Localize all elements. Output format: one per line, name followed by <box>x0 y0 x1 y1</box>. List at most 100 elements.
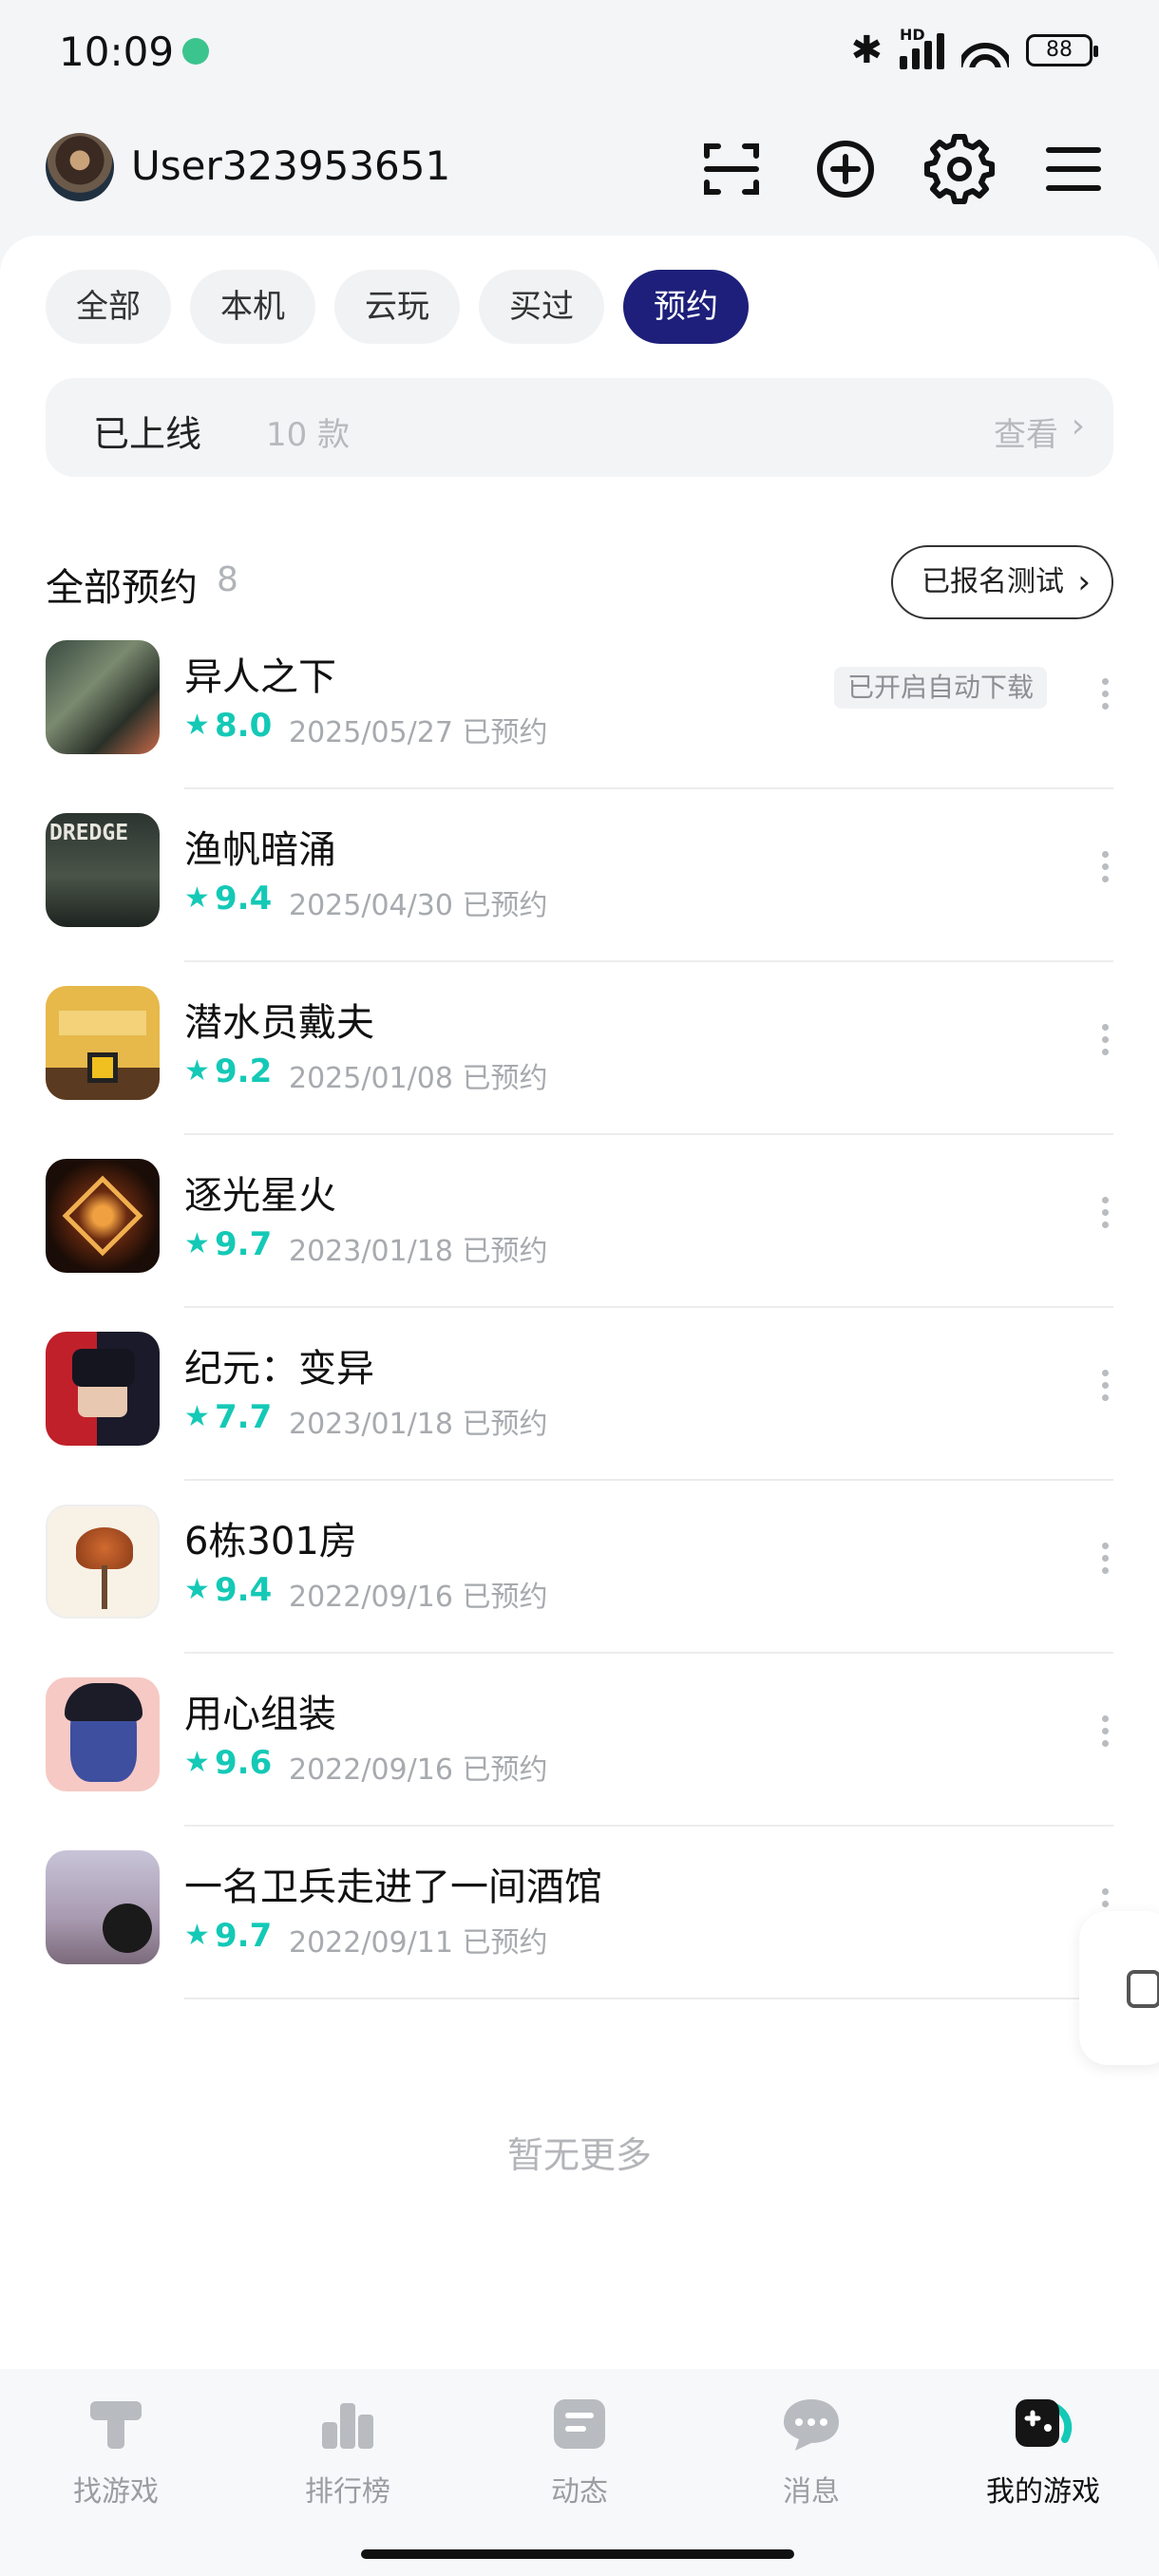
divider <box>184 1133 1113 1135</box>
list-item[interactable]: 纪元：变异 ★ 7.7 2023/01/18 已预约 <box>0 1332 1159 1505</box>
more-options-icon[interactable] <box>1091 1197 1119 1235</box>
filter-tab-purchased[interactable]: 买过 <box>479 270 604 344</box>
reserve-date: 2022/09/11 已预约 <box>289 1926 548 1960</box>
nav-feed[interactable]: 动态 <box>484 2396 674 2510</box>
bottom-navigation: 找游戏 排行榜 动态 消息 我的游戏 <box>0 2369 1159 2576</box>
reserve-date: 2023/01/18 已预约 <box>289 1235 548 1268</box>
game-icon-room-301[interactable] <box>46 1505 160 1619</box>
filter-tab-reserved[interactable]: 预约 <box>623 270 749 344</box>
avatar[interactable] <box>46 133 114 201</box>
reserve-date: 2022/09/16 已预约 <box>289 1581 548 1614</box>
more-options-icon[interactable] <box>1091 1024 1119 1062</box>
username[interactable]: User323953651 <box>131 142 450 189</box>
globe-icon <box>182 38 209 65</box>
home-indicator[interactable] <box>361 2549 794 2559</box>
signal-icon: HD <box>900 26 944 69</box>
nav-find-games[interactable]: 找游戏 <box>21 2396 211 2510</box>
more-options-icon[interactable] <box>1091 678 1119 716</box>
list-item[interactable]: 潜水员戴夫 ★ 9.2 2025/01/08 已预约 <box>0 986 1159 1159</box>
nav-messages[interactable]: 消息 <box>716 2396 906 2510</box>
game-score: 9.6 <box>215 1744 273 1782</box>
nav-label: 消息 <box>783 2475 840 2509</box>
wifi-icon <box>961 33 1009 67</box>
list-item[interactable]: 6栋301房 ★ 9.4 2022/09/16 已预约 <box>0 1505 1159 1677</box>
nav-my-games[interactable]: 我的游戏 <box>948 2396 1138 2510</box>
section-count: 8 <box>217 560 238 599</box>
reserve-date: 2022/09/16 已预约 <box>289 1753 548 1787</box>
list-item[interactable]: 一名卫兵走进了一间酒馆 ★ 9.7 2022/09/11 已预约 <box>0 1850 1159 2023</box>
game-name[interactable]: 潜水员戴夫 <box>184 992 374 1047</box>
divider <box>184 960 1113 962</box>
reserve-date: 2025/01/08 已预约 <box>289 1062 548 1095</box>
filter-tab-all[interactable]: 全部 <box>46 270 171 344</box>
game-icon-jiyuan-bianyi[interactable] <box>46 1332 160 1446</box>
game-icon-guard-tavern[interactable] <box>46 1850 160 1964</box>
registered-test-label: 已报名测试 <box>922 565 1064 598</box>
section-title: 全部预约 <box>46 566 198 610</box>
auto-download-badge: 已开启自动下载 <box>834 667 1048 709</box>
online-view-link[interactable]: 查看 <box>994 408 1058 455</box>
reserved-games-list: 异人之下 ★ 8.0 2025/05/27 已预约 已开启自动下载 DREDGE… <box>0 640 1159 2023</box>
star-icon: ★ <box>184 1919 210 1952</box>
filter-tab-local[interactable]: 本机 <box>190 270 315 344</box>
add-icon[interactable] <box>809 133 882 205</box>
game-icon-yongxin-zuzhuang[interactable] <box>46 1677 160 1791</box>
game-name[interactable]: 一名卫兵走进了一间酒馆 <box>184 1856 602 1911</box>
signal-hd-label: HD <box>900 26 925 44</box>
online-banner[interactable]: 已上线 10 款 查看 › <box>46 378 1113 477</box>
star-icon: ★ <box>184 1573 210 1606</box>
game-name[interactable]: 6栋301房 <box>184 1510 357 1565</box>
registered-test-button[interactable]: 已报名测试 › <box>891 545 1113 619</box>
game-score: 7.7 <box>215 1398 273 1436</box>
my-games-icon <box>1012 2396 1074 2453</box>
reserve-date: 2023/01/18 已预约 <box>289 1408 548 1441</box>
divider <box>184 1998 1113 1999</box>
floating-download-button[interactable] <box>1079 1911 1159 2065</box>
divider <box>184 787 1113 789</box>
more-options-icon[interactable] <box>1091 1370 1119 1408</box>
download-icon <box>1127 1970 1159 2008</box>
reserve-date: 2025/04/30 已预约 <box>289 889 548 922</box>
online-count: 10 款 <box>266 416 351 454</box>
game-icon-zhuguangxinghuo[interactable] <box>46 1159 160 1273</box>
leaderboard-icon <box>316 2396 379 2453</box>
game-name[interactable]: 逐光星火 <box>184 1165 336 1220</box>
game-icon-dredge[interactable]: DREDGE <box>46 813 160 927</box>
star-icon: ★ <box>184 1054 210 1088</box>
nav-label: 我的游戏 <box>986 2475 1100 2509</box>
game-name[interactable]: 纪元：变异 <box>184 1337 374 1392</box>
more-options-icon[interactable] <box>1091 1715 1119 1753</box>
settings-icon[interactable] <box>923 133 996 205</box>
menu-icon[interactable] <box>1037 133 1110 205</box>
game-icon-text: DREDGE <box>49 821 129 845</box>
filter-tab-cloud[interactable]: 云玩 <box>334 270 460 344</box>
feed-icon <box>548 2396 611 2453</box>
list-item[interactable]: DREDGE 渔帆暗涌 ★ 9.4 2025/04/30 已预约 <box>0 813 1159 986</box>
battery-icon: 88 <box>1026 34 1098 66</box>
game-name[interactable]: 异人之下 <box>184 646 336 701</box>
more-options-icon[interactable] <box>1091 851 1119 889</box>
game-icon-dave-the-diver[interactable] <box>46 986 160 1100</box>
star-icon: ★ <box>184 709 210 742</box>
status-time: 10:09 <box>59 28 175 75</box>
list-item[interactable]: 异人之下 ★ 8.0 2025/05/27 已预约 已开启自动下载 <box>0 640 1159 813</box>
nav-label: 排行榜 <box>305 2475 390 2509</box>
bluetooth-icon: ✱ <box>850 28 883 72</box>
more-options-icon[interactable] <box>1091 1543 1119 1581</box>
main-content: 全部 本机 云玩 买过 预约 已上线 10 款 查看 › 全部预约 8 已报名测… <box>0 236 1159 2369</box>
nav-leaderboard[interactable]: 排行榜 <box>253 2396 443 2510</box>
chevron-right-icon: › <box>1077 563 1091 601</box>
game-name[interactable]: 渔帆暗涌 <box>184 819 336 874</box>
scan-icon[interactable] <box>695 133 768 205</box>
game-icon-yirenzhixia[interactable] <box>46 640 160 754</box>
messages-icon <box>780 2396 843 2453</box>
reserve-date: 2025/05/27 已预约 <box>289 716 548 749</box>
no-more-text: 暂无更多 <box>506 2134 652 2176</box>
list-item[interactable]: 逐光星火 ★ 9.7 2023/01/18 已预约 <box>0 1159 1159 1332</box>
game-score: 9.4 <box>215 880 273 918</box>
chevron-right-icon: › <box>1071 407 1085 445</box>
list-item[interactable]: 用心组装 ★ 9.6 2022/09/16 已预约 <box>0 1677 1159 1850</box>
game-name[interactable]: 用心组装 <box>184 1683 336 1738</box>
game-score: 8.0 <box>215 707 273 745</box>
online-label: 已上线 <box>93 413 202 455</box>
